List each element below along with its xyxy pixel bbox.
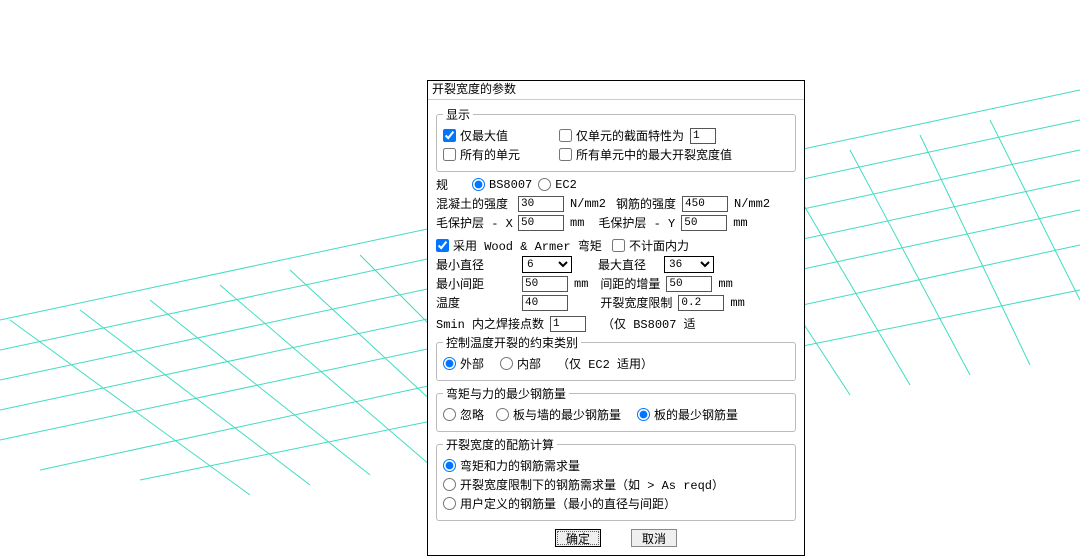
restraint-group: 控制温度开裂的约束类别 外部 内部 （仅 EC2 适用） [436, 334, 796, 381]
only-max-checkbox[interactable]: 仅最大值 [443, 127, 553, 144]
minsteel-slab-radio[interactable]: 板的最少钢筋量 [637, 406, 738, 423]
min-spacing-label: 最小间距 [436, 275, 516, 292]
crack-limit-input[interactable] [678, 295, 724, 311]
temperature-label: 温度 [436, 294, 516, 311]
calc-group: 开裂宽度的配筋计算 弯矩和力的钢筋需求量 开裂宽度限制下的钢筋需求量（如 > A… [436, 436, 796, 521]
min-spacing-input[interactable] [522, 276, 568, 292]
cover-x-label: 毛保护层 - X [436, 214, 512, 231]
cover-y-label: 毛保护层 - Y [598, 214, 675, 231]
ok-button[interactable]: 确定 [555, 529, 601, 547]
calc-opt2-radio[interactable]: 开裂宽度限制下的钢筋需求量（如 > As reqd） [443, 476, 724, 493]
minsteel-slabwall-radio[interactable]: 板与墙的最少钢筋量 [496, 406, 621, 423]
max-crack-all-checkbox[interactable]: 所有单元中的最大开裂宽度值 [559, 146, 732, 163]
restraint-legend: 控制温度开裂的约束类别 [443, 334, 581, 351]
smin-label: Smin 内之焊接点数 [436, 315, 544, 332]
rebar-unit: N/mm2 [734, 197, 770, 211]
smin-input[interactable] [550, 316, 586, 332]
unit-prop-input[interactable] [690, 128, 716, 144]
cancel-button[interactable]: 取消 [631, 529, 677, 547]
restraint-note: （仅 EC2 适用） [557, 355, 653, 372]
calc-opt1-radio[interactable]: 弯矩和力的钢筋需求量 [443, 457, 580, 474]
dialog-title: 开裂宽度的参数 [428, 81, 804, 100]
crack-width-dialog: 开裂宽度的参数 显示 仅最大值 仅单元的截面特性为 所有的单元 所有单元中的最大… [427, 80, 805, 556]
minsteel-ignore-radio[interactable]: 忽略 [443, 406, 484, 423]
concrete-strength-label: 混凝土的强度 [436, 195, 512, 212]
cover-x-input[interactable] [518, 215, 564, 231]
spacing-inc-input[interactable] [666, 276, 712, 292]
minsteel-group: 弯矩与力的最少钢筋量 忽略 板与墙的最少钢筋量 板的最少钢筋量 [436, 385, 796, 432]
rebar-strength-label: 钢筋的强度 [616, 195, 676, 212]
minsteel-legend: 弯矩与力的最少钢筋量 [443, 385, 569, 402]
concrete-strength-input[interactable] [518, 196, 564, 212]
min-dia-select[interactable]: 6 [522, 256, 572, 273]
max-dia-select[interactable]: 36 [664, 256, 714, 273]
code-label: 规 [436, 176, 448, 193]
cover-y-input[interactable] [681, 215, 727, 231]
only-unit-prop-checkbox[interactable]: 仅单元的截面特性为 [559, 127, 684, 144]
concrete-unit: N/mm2 [570, 197, 606, 211]
restraint-external-radio[interactable]: 外部 [443, 355, 484, 372]
cover-x-unit: mm [570, 216, 584, 230]
smin-note: （仅 BS8007 适 [602, 315, 696, 332]
max-dia-label: 最大直径 [598, 256, 658, 273]
all-units-checkbox[interactable]: 所有的单元 [443, 146, 553, 163]
crack-limit-label: 开裂宽度限制 [600, 294, 672, 311]
min-dia-label: 最小直径 [436, 256, 516, 273]
no-inplane-checkbox[interactable]: 不计面内力 [612, 237, 689, 254]
code-bs8007-radio[interactable]: BS8007 [472, 178, 532, 192]
calc-legend: 开裂宽度的配筋计算 [443, 436, 557, 453]
code-ec2-radio[interactable]: EC2 [538, 178, 577, 192]
display-group: 显示 仅最大值 仅单元的截面特性为 所有的单元 所有单元中的最大开裂宽度值 [436, 106, 796, 172]
spacing-inc-label: 间距的增量 [600, 275, 660, 292]
temperature-input[interactable] [522, 295, 568, 311]
rebar-strength-input[interactable] [682, 196, 728, 212]
restraint-internal-radio[interactable]: 内部 [500, 355, 541, 372]
wood-armer-checkbox[interactable]: 采用 Wood & Armer 弯矩 [436, 237, 606, 254]
calc-opt3-radio[interactable]: 用户定义的钢筋量（最小的直径与间距） [443, 495, 676, 512]
cover-y-unit: mm [733, 216, 747, 230]
display-legend: 显示 [443, 106, 473, 123]
